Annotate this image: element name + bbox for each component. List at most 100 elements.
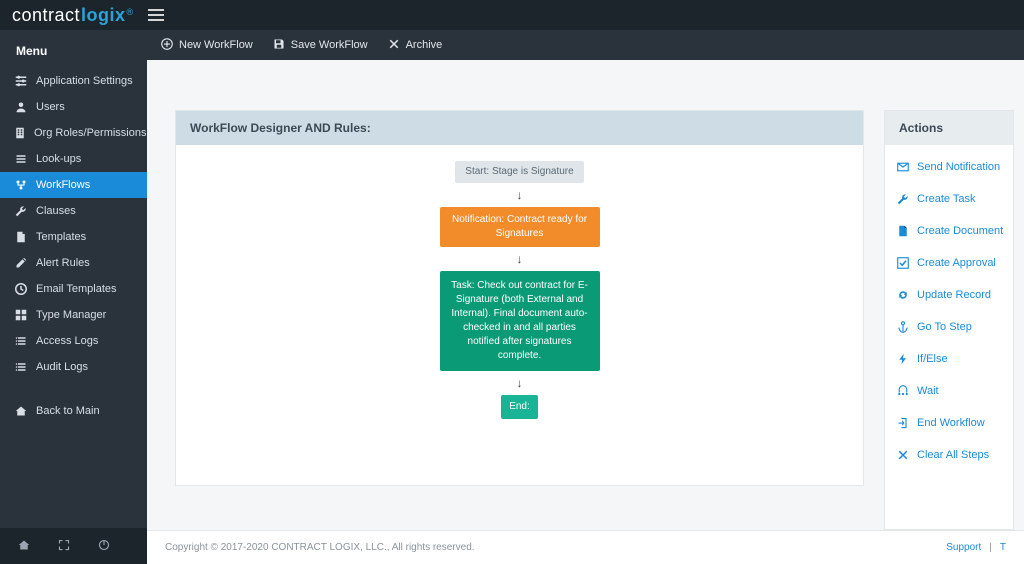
sidebar-item-label: Users <box>36 101 65 113</box>
sidebar-item-type-manager[interactable]: Type Manager <box>0 302 147 328</box>
workflow-node-task[interactable]: Task: Check out contract for E-Signature… <box>440 271 600 371</box>
designer-header: WorkFlow Designer AND Rules: <box>176 111 863 145</box>
file-icon <box>14 231 28 243</box>
sidebar-back-label: Back to Main <box>36 405 100 417</box>
action-label: Update Record <box>917 289 991 301</box>
action-create-approval[interactable]: Create Approval <box>885 247 1013 279</box>
user-icon <box>14 101 28 113</box>
footer-support-link[interactable]: Support <box>946 542 981 553</box>
sidebar-item-access-logs[interactable]: Access Logs <box>0 328 147 354</box>
wrench-icon <box>897 193 909 205</box>
mail-icon <box>897 161 909 173</box>
workflow-node-start[interactable]: Start: Stage is Signature <box>455 161 583 183</box>
sidebar-item-org-roles-permissions[interactable]: Org Roles/Permissions <box>0 120 147 146</box>
actionbar-label: New WorkFlow <box>179 39 253 51</box>
sidebar-item-label: WorkFlows <box>36 179 90 191</box>
sidebar-item-clauses[interactable]: Clauses <box>0 198 147 224</box>
actionbar-save-workflow[interactable]: Save WorkFlow <box>273 38 368 53</box>
sidebar-item-label: Audit Logs <box>36 361 88 373</box>
action-bar: New WorkFlow Save WorkFlow Archive <box>147 30 1024 60</box>
actionbar-label: Archive <box>406 39 443 51</box>
action-label: Create Approval <box>917 257 996 269</box>
brand-logo: contract logix ® <box>12 5 134 26</box>
brand-registered: ® <box>127 7 134 17</box>
workflow-designer-panel: WorkFlow Designer AND Rules: Start: Stag… <box>175 110 864 486</box>
sidebar-item-label: Templates <box>36 231 86 243</box>
anchor-icon <box>897 321 909 333</box>
arrow-down-icon: ↓ <box>517 377 523 389</box>
footer-copyright: Copyright © 2017-2020 CONTRACT LOGIX, LL… <box>165 542 475 553</box>
actions-panel: Actions Send Notification Create Task Crea… <box>884 110 1014 530</box>
actions-list: Send Notification Create Task Create Docum… <box>885 145 1013 477</box>
main: New WorkFlow Save WorkFlow Archive WorkFlo… <box>147 30 1024 564</box>
action-label: Clear All Steps <box>917 449 989 461</box>
sidebar-item-alert-rules[interactable]: Alert Rules <box>0 250 147 276</box>
action-label: Create Document <box>917 225 1003 237</box>
sidebar-item-audit-logs[interactable]: Audit Logs <box>0 354 147 380</box>
grid-icon <box>14 309 28 321</box>
sidebar-bottom-tools <box>0 528 147 564</box>
edit-icon <box>14 257 28 269</box>
sidebar-item-email-templates[interactable]: Email Templates <box>0 276 147 302</box>
action-label: Wait <box>917 385 939 397</box>
sliders-icon <box>14 75 28 87</box>
content-area: WorkFlow Designer AND Rules: Start: Stag… <box>147 60 1024 530</box>
home-icon <box>14 405 28 417</box>
action-go-to-step[interactable]: Go To Step <box>885 311 1013 343</box>
list-icon <box>14 153 28 165</box>
sidebar-item-label: Org Roles/Permissions <box>34 127 146 139</box>
footer: Copyright © 2017-2020 CONTRACT LOGIX, LL… <box>147 530 1024 564</box>
workflow-node-notification[interactable]: Notification: Contract ready for Signatu… <box>440 207 600 247</box>
sidebar-item-label: Alert Rules <box>36 257 90 269</box>
sidebar-item-back-to-main[interactable]: Back to Main <box>0 398 147 424</box>
action-create-document[interactable]: Create Document <box>885 215 1013 247</box>
sidebar-item-label: Clauses <box>36 205 76 217</box>
actionbar-new-workflow[interactable]: New WorkFlow <box>161 38 253 53</box>
list2-icon <box>14 361 28 373</box>
action-label: If/Else <box>917 353 948 365</box>
save-icon <box>273 38 285 53</box>
brand-part2: logix <box>81 5 126 26</box>
wrench-icon <box>14 205 28 217</box>
action-label: Go To Step <box>917 321 972 333</box>
exit-icon <box>897 417 909 429</box>
archive-icon <box>388 38 400 53</box>
building-icon <box>14 127 26 139</box>
sidebar-item-workflows[interactable]: WorkFlows <box>0 172 147 198</box>
action-update-record[interactable]: Update Record <box>885 279 1013 311</box>
action-label: End Workflow <box>917 417 985 429</box>
action-label: Send Notification <box>917 161 1000 173</box>
footer-terms-link[interactable]: T <box>1000 542 1006 553</box>
home-tool-icon[interactable] <box>18 539 30 554</box>
power-tool-icon[interactable] <box>98 539 110 554</box>
bolt-icon <box>897 353 909 365</box>
action-wait[interactable]: Wait <box>885 375 1013 407</box>
action-if-else[interactable]: If/Else <box>885 343 1013 375</box>
action-create-task[interactable]: Create Task <box>885 183 1013 215</box>
action-clear-all-steps[interactable]: Clear All Steps <box>885 439 1013 471</box>
flow-icon <box>14 179 28 191</box>
brand-part1: contract <box>12 5 80 26</box>
plus-circle-icon <box>161 38 173 53</box>
actionbar-archive[interactable]: Archive <box>388 38 443 53</box>
action-send-notification[interactable]: Send Notification <box>885 151 1013 183</box>
sidebar-item-label: Type Manager <box>36 309 106 321</box>
expand-tool-icon[interactable] <box>58 539 70 554</box>
sidebar: Menu Application SettingsUsersOrg Roles/… <box>0 30 147 564</box>
footer-separator: | <box>989 542 992 553</box>
top-bar: contract logix ® <box>0 0 1024 30</box>
check-icon <box>897 257 909 269</box>
actions-header: Actions <box>885 111 1013 145</box>
hamburger-menu-icon[interactable] <box>148 9 164 21</box>
actionbar-label: Save WorkFlow <box>291 39 368 51</box>
sidebar-item-templates[interactable]: Templates <box>0 224 147 250</box>
workflow-node-end[interactable]: End: <box>501 395 538 419</box>
sidebar-item-application-settings[interactable]: Application Settings <box>0 68 147 94</box>
action-end-workflow[interactable]: End Workflow <box>885 407 1013 439</box>
arrow-down-icon: ↓ <box>517 189 523 201</box>
sidebar-item-label: Access Logs <box>36 335 98 347</box>
clock-icon <box>14 283 28 295</box>
sidebar-item-look-ups[interactable]: Look-ups <box>0 146 147 172</box>
sidebar-item-users[interactable]: Users <box>0 94 147 120</box>
designer-canvas[interactable]: Start: Stage is Signature ↓ Notification… <box>176 145 863 485</box>
